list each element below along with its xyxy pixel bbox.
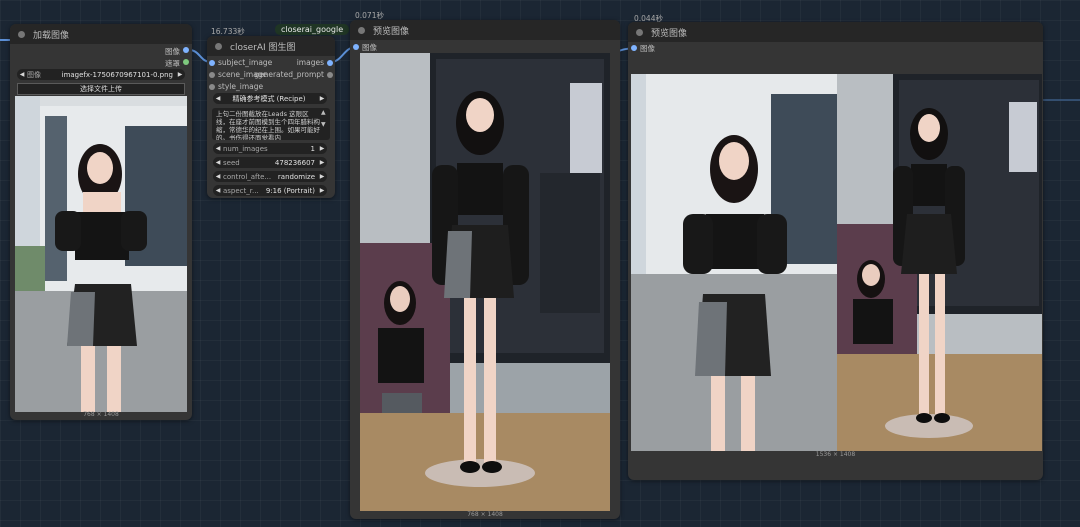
photo-figurine-monitor (360, 53, 610, 511)
node-status-dot (636, 28, 643, 36)
arrow-left-icon[interactable]: ◀ (213, 173, 223, 180)
preview-image-output (360, 53, 610, 511)
node-title: 预览图像 (651, 28, 688, 39)
widget-value: 精确参考模式 (Recipe) (232, 94, 306, 103)
widget-value: randomize (277, 172, 315, 181)
input-socket-image[interactable] (631, 45, 637, 51)
image-dimensions: 768 × 1408 (467, 511, 503, 518)
num-images-widget[interactable]: ◀ num_images 1 ▶ (213, 143, 327, 154)
scroll-down-icon[interactable]: ▼ (321, 121, 326, 128)
output-socket-images[interactable] (327, 60, 333, 66)
node-title: closerAI 图生图 (230, 42, 296, 53)
input-label-image: 图像 (362, 43, 377, 52)
input-socket-subject-image[interactable] (209, 60, 215, 66)
arrow-right-icon[interactable]: ▶ (317, 95, 327, 102)
prompt-textarea[interactable]: 上句二份图截放在Leads 这限区线，在座才前图模到生个四年腊料构缩，常德华的纪… (212, 108, 330, 140)
output-socket-mask[interactable] (183, 59, 189, 65)
loaded-image-preview (15, 96, 187, 412)
node-status-dot (215, 42, 222, 50)
scroll-up-icon[interactable]: ▲ (321, 109, 326, 116)
arrow-left-icon[interactable]: ◀ (213, 95, 223, 102)
image-dimensions: 1536 × 1408 (815, 451, 856, 458)
node-title: 预览图像 (373, 26, 410, 37)
node-title-bar[interactable]: 预览图像 (350, 20, 620, 40)
control-after-generate-widget[interactable]: ◀ control_afte... randomize ▶ (213, 171, 327, 182)
node-preview-image-2[interactable]: 预览图像 图像 1536 × 1408 (628, 22, 1043, 480)
output-label-mask: 遮罩 (165, 59, 180, 68)
preview-image-output-combined (631, 74, 1042, 451)
node-source-badge: closerai_google (275, 24, 350, 35)
input-label-image: 图像 (640, 44, 655, 53)
arrow-left-icon[interactable]: ◀ (213, 159, 223, 166)
arrow-right-icon[interactable]: ▶ (317, 159, 327, 166)
node-title-bar[interactable]: 加载图像 (10, 24, 192, 44)
widget-name: control_afte... (223, 172, 272, 181)
arrow-left-icon[interactable]: ◀ (213, 187, 223, 194)
node-title-bar[interactable]: 预览图像 (628, 22, 1043, 42)
output-label-generated-prompt: generated_prompt (254, 70, 324, 79)
input-socket-style-image[interactable] (209, 84, 215, 90)
node-status-dot (18, 30, 25, 38)
arrow-right-icon[interactable]: ▶ (317, 187, 327, 194)
upload-button[interactable]: 选择文件上传 (17, 83, 185, 95)
arrow-right-icon[interactable]: ▶ (175, 71, 185, 78)
image-file-combo[interactable]: ◀ 图像 imagefx-1750670967101-0.png ▶ (17, 69, 185, 80)
widget-value: imagefx-1750670967101-0.png (61, 70, 173, 79)
prompt-text: 上句二份图截放在Leads 这限区线，在座才前图模到生个四年腊料构缩，常德华的纪… (216, 110, 320, 140)
input-socket-scene-image[interactable] (209, 72, 215, 78)
image-dimensions: 768 × 1408 (83, 411, 119, 418)
aspect-ratio-widget[interactable]: ◀ aspect_r... 9:16 (Portrait) ▶ (213, 185, 327, 196)
arrow-right-icon[interactable]: ▶ (317, 173, 327, 180)
node-closerai-img2img[interactable]: closerAI 图生图 subject_image scene_image s… (207, 36, 335, 198)
input-socket-image[interactable] (353, 44, 359, 50)
photo-woman-outdoor (15, 96, 187, 412)
recipe-mode-combo[interactable]: ◀ 精确参考模式 (Recipe) ▶ (213, 93, 327, 104)
widget-name: 图像 (27, 70, 41, 79)
node-load-image[interactable]: 加载图像 图像 遮罩 ◀ 图像 imagefx-1750670967101-0.… (10, 24, 192, 420)
node-preview-image-1[interactable]: 预览图像 图像 768 × 1408 (350, 20, 620, 519)
widget-value: 478236607 (274, 158, 315, 167)
widget-name: seed (223, 158, 240, 167)
input-label-style-image: style_image (218, 82, 264, 91)
arrow-left-icon[interactable]: ◀ (213, 145, 223, 152)
photo-side-by-side (631, 74, 1042, 451)
seed-widget[interactable]: ◀ seed 478236607 ▶ (213, 157, 327, 168)
input-label-subject-image: subject_image (218, 58, 273, 67)
output-label-image: 图像 (165, 47, 180, 56)
arrow-right-icon[interactable]: ▶ (317, 145, 327, 152)
widget-value: 9:16 (Portrait) (265, 186, 315, 195)
widget-name: num_images (223, 144, 268, 153)
widget-name: aspect_r... (223, 186, 259, 195)
output-socket-image[interactable] (183, 47, 189, 53)
node-title-bar[interactable]: closerAI 图生图 (207, 36, 335, 56)
output-socket-generated-prompt[interactable] (327, 72, 333, 78)
node-status-dot (358, 26, 365, 34)
arrow-left-icon[interactable]: ◀ (17, 71, 27, 78)
node-title: 加载图像 (33, 30, 70, 41)
output-label-images: images (296, 58, 324, 67)
